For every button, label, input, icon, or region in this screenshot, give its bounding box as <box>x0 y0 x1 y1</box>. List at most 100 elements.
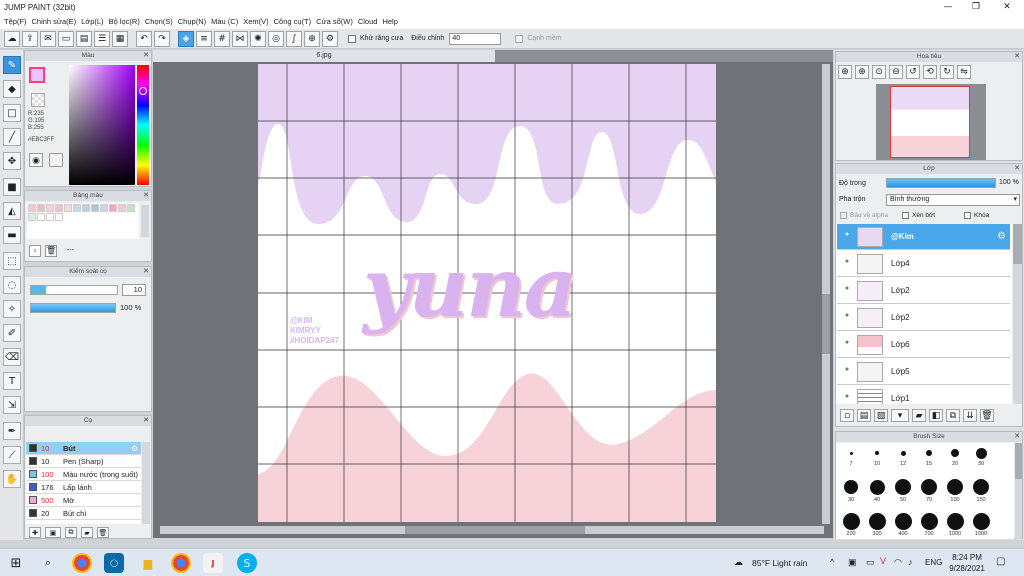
network-icon[interactable]: ◠ <box>894 557 902 568</box>
perspective-icon[interactable]: ⋈ <box>232 30 248 47</box>
layer-row[interactable]: ● Lớp1 <box>837 386 1010 404</box>
gradient-tool-icon[interactable]: ▬ <box>3 226 21 244</box>
new-layer-icon[interactable]: ▫ <box>840 409 854 422</box>
layer-row[interactable]: ● Lớp5 <box>837 359 1010 385</box>
new-halftone-layer-icon[interactable]: ▤ <box>857 409 871 422</box>
visibility-icon[interactable]: ● <box>841 258 853 270</box>
lasso-icon[interactable]: ◌ <box>3 276 21 294</box>
transparent-swatch[interactable] <box>31 93 45 107</box>
hue-slider[interactable] <box>137 65 149 185</box>
eraser-tool-icon[interactable]: ◆ <box>3 80 21 98</box>
marquee-icon[interactable]: ⬚ <box>3 252 21 270</box>
brush-size-cell[interactable]: 1000 <box>968 511 994 537</box>
search-icon[interactable]: ⌕ <box>38 553 58 573</box>
volume-icon[interactable]: ♪ <box>908 557 913 567</box>
layer-row[interactable]: ● Lớp6 <box>837 332 1010 358</box>
lines-icon[interactable]: ≡ <box>196 30 212 47</box>
zoom-fit-icon[interactable]: ⊕ <box>838 65 852 79</box>
merge-down-icon[interactable]: ⇊ <box>963 409 977 422</box>
palette-swatch[interactable] <box>46 204 54 212</box>
drawing-canvas[interactable]: yuna @KIM KIMRYY #HOIDAP247 <box>258 64 716 522</box>
brush-size-cell[interactable]: 150 <box>968 477 994 503</box>
palette-swatch[interactable] <box>118 204 126 212</box>
vertical-scrollbar[interactable] <box>822 64 830 524</box>
new-palette-icon[interactable]: ▫ <box>29 245 41 257</box>
visibility-icon[interactable]: ● <box>841 393 853 405</box>
layer-list-scrollbar[interactable] <box>1013 224 1022 404</box>
visibility-icon[interactable]: ● <box>841 312 853 324</box>
visibility-icon[interactable]: ● <box>841 339 853 351</box>
brush-size-cell[interactable]: 10 <box>864 445 890 467</box>
palette-swatch[interactable] <box>91 204 99 212</box>
color-mode-button[interactable] <box>49 153 63 167</box>
operation-tool-icon[interactable]: ⇲ <box>3 396 21 414</box>
rotate-right-icon[interactable]: ↻ <box>940 65 954 79</box>
zoom-actual-icon[interactable]: ⊙ <box>872 65 886 79</box>
brush-item[interactable]: 10 Pen (Sharp) <box>26 455 141 468</box>
layer-folder-icon[interactable]: ▰ <box>912 409 926 422</box>
layer-opacity-slider[interactable] <box>886 178 996 188</box>
zoom-in-icon[interactable]: ⊕ <box>855 65 869 79</box>
chrome-icon[interactable] <box>72 553 92 573</box>
copy-brush-icon[interactable]: ⧉ <box>65 527 77 538</box>
adjust-input[interactable]: 40 <box>449 32 502 45</box>
brush-size-cell[interactable]: 15 <box>916 445 942 467</box>
palette-swatch[interactable] <box>28 204 36 212</box>
menu-capture[interactable]: Chụp(N) <box>178 15 211 29</box>
close-icon[interactable]: ✕ <box>143 416 149 426</box>
horizontal-scrollbar[interactable] <box>160 526 824 534</box>
brush-size-cell[interactable]: 12 <box>890 445 916 467</box>
brush-list-scrollbar[interactable] <box>142 442 150 524</box>
menu-color[interactable]: Màu (C) <box>211 15 243 29</box>
pen-tool-icon[interactable]: ✎ <box>3 56 21 74</box>
rotate-reset-icon[interactable]: ⟲ <box>923 65 937 79</box>
palette-swatch[interactable] <box>109 204 117 212</box>
palette-swatch[interactable] <box>37 204 45 212</box>
eyedropper-icon[interactable]: ✒ <box>3 422 21 440</box>
close-icon[interactable]: ✕ <box>1014 52 1020 62</box>
select-mode-icon[interactable]: ◈ <box>178 30 194 47</box>
chevron-up-icon[interactable]: ^ <box>830 557 834 567</box>
menu-layer[interactable]: Lớp(L) <box>81 15 108 29</box>
flip-icon[interactable]: ⇋ <box>957 65 971 79</box>
close-icon[interactable]: ✕ <box>143 267 149 277</box>
brush-size-cell[interactable]: 30 <box>968 445 994 467</box>
select-eraser-icon[interactable]: ⌫ <box>3 348 21 366</box>
brush-size-cell[interactable]: 1000 <box>942 511 968 537</box>
brush-size-cell[interactable]: 20 <box>942 445 968 467</box>
brush-opacity-slider[interactable] <box>30 303 116 313</box>
soft-edge-checkbox[interactable] <box>515 34 524 43</box>
rasterize-icon[interactable]: ◧ <box>929 409 943 422</box>
text-tool-icon[interactable]: T <box>3 372 21 390</box>
color-wheel-icon[interactable]: ◉ <box>29 153 43 167</box>
gear-icon[interactable]: ⚙ <box>131 444 138 453</box>
settings-icon[interactable]: ⚙ <box>322 30 338 47</box>
file-explorer-icon[interactable]: ▆ <box>138 553 158 573</box>
brush-size-slider[interactable] <box>30 285 118 295</box>
brush-folder-icon[interactable]: ▣ <box>45 527 61 538</box>
close-icon[interactable]: ✕ <box>1014 164 1020 174</box>
cloud-icon[interactable]: ☁ <box>4 30 20 47</box>
palette-swatch[interactable] <box>73 204 81 212</box>
folder-icon[interactable]: ▰ <box>81 527 93 538</box>
clipping-checkbox[interactable] <box>902 212 909 219</box>
palette-swatch[interactable] <box>55 213 63 221</box>
gear-icon[interactable]: ⚙ <box>997 231 1006 242</box>
trash-icon[interactable]: 🗑 <box>980 409 994 422</box>
menu-help[interactable]: Help <box>382 15 402 29</box>
menu-filter[interactable]: Bộ lọc(R) <box>109 15 145 29</box>
palette-swatch[interactable] <box>100 204 108 212</box>
brush-item[interactable]: 100 Màu nước (trong suốt) <box>26 468 141 481</box>
hand-tool-icon[interactable]: ✋ <box>3 470 21 488</box>
brush-item[interactable]: 176 Lấp lánh <box>26 481 141 494</box>
brush-size-cell[interactable]: 300 <box>864 511 890 537</box>
brush-item[interactable]: 20 Bút chì <box>26 507 141 520</box>
layer-row[interactable]: ● Lớp2 <box>837 305 1010 331</box>
grid-edit-icon[interactable]: ▦ <box>112 30 128 47</box>
maximize-button[interactable]: ❐ <box>962 0 990 15</box>
menu-view[interactable]: Xem(V) <box>243 15 273 29</box>
new-8bit-layer-icon[interactable]: ▧ <box>874 409 888 422</box>
brush-size-cell[interactable]: 70 <box>916 477 942 503</box>
redo-icon[interactable]: ↷ <box>154 30 170 47</box>
menu-select[interactable]: Chọn(S) <box>145 15 178 29</box>
